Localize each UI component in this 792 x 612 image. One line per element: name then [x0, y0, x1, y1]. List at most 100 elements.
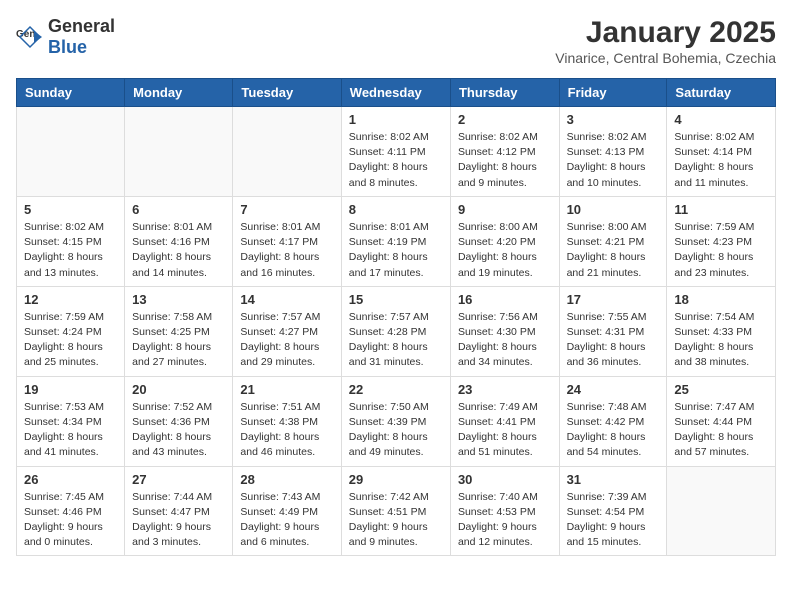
day-info: Sunrise: 8:01 AMSunset: 4:17 PMDaylight:…: [240, 220, 333, 281]
day-info: Sunrise: 8:02 AMSunset: 4:12 PMDaylight:…: [458, 130, 552, 191]
calendar-cell: [233, 107, 341, 197]
day-number: 30: [458, 472, 552, 487]
weekday-header-thursday: Thursday: [450, 79, 559, 107]
day-number: 20: [132, 382, 225, 397]
day-info: Sunrise: 8:02 AMSunset: 4:11 PMDaylight:…: [349, 130, 443, 191]
day-info: Sunrise: 7:48 AMSunset: 4:42 PMDaylight:…: [567, 400, 660, 461]
day-number: 18: [674, 292, 768, 307]
day-info: Sunrise: 7:39 AMSunset: 4:54 PMDaylight:…: [567, 490, 660, 551]
calendar-cell: 9Sunrise: 8:00 AMSunset: 4:20 PMDaylight…: [450, 196, 559, 286]
calendar-table: SundayMondayTuesdayWednesdayThursdayFrid…: [16, 78, 776, 556]
calendar-week-row: 1 Sunrise: 8:02 AMSunset: 4:11 PMDaylight…: [17, 107, 776, 197]
calendar-cell: 27 Sunrise: 7:44 AMSunset: 4:47 PMDayligh…: [125, 466, 233, 556]
page-header: Gen General Blue January 2025 Vinarice, …: [16, 16, 776, 66]
day-number: 5: [24, 202, 117, 217]
day-info: Sunrise: 7:58 AMSunset: 4:25 PMDaylight:…: [132, 310, 225, 371]
calendar-cell: 28 Sunrise: 7:43 AMSunset: 4:49 PMDayligh…: [233, 466, 341, 556]
logo-text: General Blue: [48, 16, 115, 58]
day-number: 4: [674, 112, 768, 127]
day-info: Sunrise: 8:01 AMSunset: 4:16 PMDaylight:…: [132, 220, 225, 281]
calendar-cell: 24 Sunrise: 7:48 AMSunset: 4:42 PMDayligh…: [559, 376, 667, 466]
day-info: Sunrise: 7:43 AMSunset: 4:49 PMDaylight:…: [240, 490, 333, 551]
day-number: 7: [240, 202, 333, 217]
day-info: Sunrise: 7:40 AMSunset: 4:53 PMDaylight:…: [458, 490, 552, 551]
location: Vinarice, Central Bohemia, Czechia: [555, 50, 776, 66]
day-info: Sunrise: 7:53 AMSunset: 4:34 PMDaylight:…: [24, 400, 117, 461]
day-info: Sunrise: 7:47 AMSunset: 4:44 PMDaylight:…: [674, 400, 768, 461]
day-info: Sunrise: 7:51 AMSunset: 4:38 PMDaylight:…: [240, 400, 333, 461]
calendar-cell: [667, 466, 776, 556]
day-info: Sunrise: 7:56 AMSunset: 4:30 PMDaylight:…: [458, 310, 552, 371]
day-info: Sunrise: 7:52 AMSunset: 4:36 PMDaylight:…: [132, 400, 225, 461]
weekday-header-saturday: Saturday: [667, 79, 776, 107]
calendar-cell: 11 Sunrise: 7:59 AMSunset: 4:23 PMDayligh…: [667, 196, 776, 286]
calendar-cell: 10Sunrise: 8:00 AMSunset: 4:21 PMDayligh…: [559, 196, 667, 286]
calendar-cell: [125, 107, 233, 197]
day-info: Sunrise: 8:02 AMSunset: 4:14 PMDaylight:…: [674, 130, 768, 191]
calendar-cell: 3 Sunrise: 8:02 AMSunset: 4:13 PMDaylight…: [559, 107, 667, 197]
day-number: 2: [458, 112, 552, 127]
weekday-header-monday: Monday: [125, 79, 233, 107]
calendar-cell: 6 Sunrise: 8:01 AMSunset: 4:16 PMDaylight…: [125, 196, 233, 286]
title-block: January 2025 Vinarice, Central Bohemia, …: [555, 16, 776, 66]
day-number: 24: [567, 382, 660, 397]
day-number: 16: [458, 292, 552, 307]
day-info: Sunrise: 7:57 AMSunset: 4:28 PMDaylight:…: [349, 310, 443, 371]
logo-general: General: [48, 16, 115, 36]
weekday-header-row: SundayMondayTuesdayWednesdayThursdayFrid…: [17, 79, 776, 107]
day-number: 3: [567, 112, 660, 127]
day-info: Sunrise: 7:55 AMSunset: 4:31 PMDaylight:…: [567, 310, 660, 371]
calendar-cell: 23 Sunrise: 7:49 AMSunset: 4:41 PMDayligh…: [450, 376, 559, 466]
day-number: 17: [567, 292, 660, 307]
calendar-cell: 2 Sunrise: 8:02 AMSunset: 4:12 PMDaylight…: [450, 107, 559, 197]
calendar-week-row: 26Sunrise: 7:45 AMSunset: 4:46 PMDayligh…: [17, 466, 776, 556]
calendar-cell: 20 Sunrise: 7:52 AMSunset: 4:36 PMDayligh…: [125, 376, 233, 466]
day-number: 23: [458, 382, 552, 397]
day-number: 6: [132, 202, 225, 217]
calendar-cell: 16 Sunrise: 7:56 AMSunset: 4:30 PMDayligh…: [450, 286, 559, 376]
weekday-header-friday: Friday: [559, 79, 667, 107]
day-number: 13: [132, 292, 225, 307]
calendar-cell: 21 Sunrise: 7:51 AMSunset: 4:38 PMDayligh…: [233, 376, 341, 466]
weekday-header-tuesday: Tuesday: [233, 79, 341, 107]
day-number: 25: [674, 382, 768, 397]
day-number: 26: [24, 472, 117, 487]
logo: Gen General Blue: [16, 16, 115, 58]
calendar-cell: 17 Sunrise: 7:55 AMSunset: 4:31 PMDayligh…: [559, 286, 667, 376]
day-number: 31: [567, 472, 660, 487]
calendar-cell: 18Sunrise: 7:54 AMSunset: 4:33 PMDayligh…: [667, 286, 776, 376]
calendar-cell: 4 Sunrise: 8:02 AMSunset: 4:14 PMDaylight…: [667, 107, 776, 197]
day-number: 15: [349, 292, 443, 307]
day-number: 21: [240, 382, 333, 397]
day-number: 28: [240, 472, 333, 487]
day-number: 14: [240, 292, 333, 307]
calendar-week-row: 12Sunrise: 7:59 AMSunset: 4:24 PMDayligh…: [17, 286, 776, 376]
calendar-cell: [17, 107, 125, 197]
day-number: 11: [674, 202, 768, 217]
logo-icon: Gen: [16, 23, 44, 51]
day-info: Sunrise: 8:02 AMSunset: 4:15 PMDaylight:…: [24, 220, 117, 281]
day-info: Sunrise: 8:00 AMSunset: 4:20 PMDaylight:…: [458, 220, 552, 281]
day-info: Sunrise: 7:42 AMSunset: 4:51 PMDaylight:…: [349, 490, 443, 551]
calendar-cell: 29 Sunrise: 7:42 AMSunset: 4:51 PMDayligh…: [341, 466, 450, 556]
day-number: 27: [132, 472, 225, 487]
calendar-cell: 30 Sunrise: 7:40 AMSunset: 4:53 PMDayligh…: [450, 466, 559, 556]
day-number: 1: [349, 112, 443, 127]
day-info: Sunrise: 8:01 AMSunset: 4:19 PMDaylight:…: [349, 220, 443, 281]
calendar-cell: 25 Sunrise: 7:47 AMSunset: 4:44 PMDayligh…: [667, 376, 776, 466]
day-number: 8: [349, 202, 443, 217]
calendar-cell: 1 Sunrise: 8:02 AMSunset: 4:11 PMDaylight…: [341, 107, 450, 197]
calendar-cell: 5 Sunrise: 8:02 AMSunset: 4:15 PMDaylight…: [17, 196, 125, 286]
calendar-cell: 13 Sunrise: 7:58 AMSunset: 4:25 PMDayligh…: [125, 286, 233, 376]
day-number: 19: [24, 382, 117, 397]
day-info: Sunrise: 7:44 AMSunset: 4:47 PMDaylight:…: [132, 490, 225, 551]
calendar-cell: 26Sunrise: 7:45 AMSunset: 4:46 PMDayligh…: [17, 466, 125, 556]
logo-blue: Blue: [48, 37, 87, 57]
calendar-cell: 14Sunrise: 7:57 AMSunset: 4:27 PMDayligh…: [233, 286, 341, 376]
calendar-cell: 8 Sunrise: 8:01 AMSunset: 4:19 PMDaylight…: [341, 196, 450, 286]
day-number: 29: [349, 472, 443, 487]
day-info: Sunrise: 8:02 AMSunset: 4:13 PMDaylight:…: [567, 130, 660, 191]
day-info: Sunrise: 7:59 AMSunset: 4:23 PMDaylight:…: [674, 220, 768, 281]
day-info: Sunrise: 8:00 AMSunset: 4:21 PMDaylight:…: [567, 220, 660, 281]
day-info: Sunrise: 7:49 AMSunset: 4:41 PMDaylight:…: [458, 400, 552, 461]
